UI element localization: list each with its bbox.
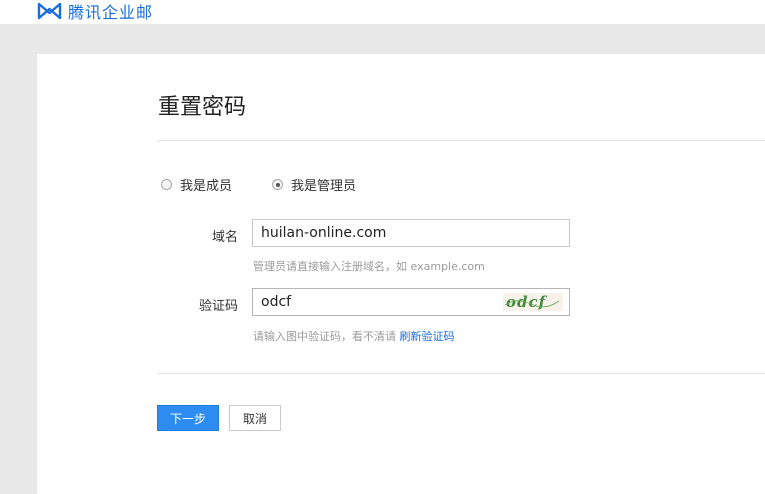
role-selector: 我是成员 我是管理员 bbox=[161, 175, 396, 194]
brand-logo[interactable]: 腾讯企业邮 bbox=[36, 0, 153, 22]
page-title: 重置密码 bbox=[158, 95, 247, 120]
tencent-exmail-logo-icon bbox=[37, 2, 62, 20]
domain-hint: 管理员请直接输入注册域名，如 example.com bbox=[253, 260, 485, 273]
captcha-image[interactable]: odcf bbox=[503, 293, 563, 311]
captcha-input[interactable]: odcf odcf bbox=[252, 288, 570, 316]
role-label-admin: 我是管理员 bbox=[291, 179, 357, 194]
domain-input[interactable]: huilan-online.com bbox=[252, 219, 570, 247]
role-radio-admin[interactable]: 我是管理员 bbox=[272, 175, 356, 194]
radio-checked-icon bbox=[272, 179, 284, 190]
captcha-input-value: odcf bbox=[261, 294, 292, 310]
refresh-captcha-link[interactable]: 刷新验证码 bbox=[400, 330, 455, 343]
reset-password-card: 重置密码 我是成员 我是管理员 域名 huilan-online.com 管理员… bbox=[37, 54, 765, 494]
cancel-button[interactable]: 取消 bbox=[229, 405, 281, 431]
captcha-hint: 请输入图中验证码，看不清请 刷新验证码 bbox=[253, 328, 455, 344]
captcha-hint-text: 请输入图中验证码，看不清请 bbox=[253, 330, 396, 343]
captcha-label: 验证码 bbox=[198, 299, 238, 314]
role-label-member: 我是成员 bbox=[180, 179, 233, 194]
divider bbox=[157, 140, 765, 141]
divider bbox=[157, 373, 765, 374]
radio-unchecked-icon bbox=[161, 179, 172, 190]
top-bar: 腾讯企业邮 bbox=[0, 0, 765, 24]
next-step-button[interactable]: 下一步 bbox=[157, 405, 219, 431]
role-radio-member[interactable]: 我是成员 bbox=[161, 175, 232, 194]
captcha-glyphs: odcf bbox=[504, 293, 560, 311]
domain-label: 域名 bbox=[211, 230, 238, 245]
brand-name: 腾讯企业邮 bbox=[68, 3, 154, 22]
